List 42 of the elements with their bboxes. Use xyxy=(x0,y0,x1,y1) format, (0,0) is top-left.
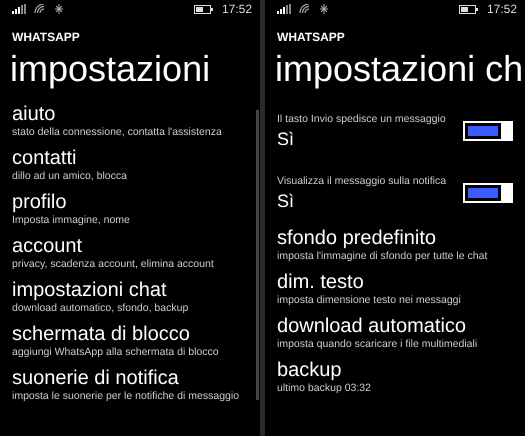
setting-title[interactable]: suonerie di notifica xyxy=(12,366,179,390)
setting-title[interactable]: profilo xyxy=(12,190,66,214)
setting-title[interactable]: sfondo predefinito xyxy=(277,226,436,250)
setting-description: imposta le suonerie per le notifiche di messaggio xyxy=(12,390,240,402)
status-time: 17:52 xyxy=(222,2,252,16)
setting-description: imposta quando scaricare i file multimediali xyxy=(277,338,478,350)
toggle-state-text: Sì xyxy=(277,190,294,212)
setting-title[interactable]: download automatico xyxy=(277,314,466,338)
page-title: impostazioni xyxy=(10,48,210,90)
wifi-icon xyxy=(299,4,311,14)
setting-description: aggiungi WhatsApp alla schermata di blocco xyxy=(12,346,219,358)
setting-label: Visualizza il messaggio sulla notifica xyxy=(277,174,446,186)
setting-description: stato della connessione, contatta l'assistenza xyxy=(12,126,222,138)
toggle-switch[interactable] xyxy=(463,121,513,141)
wifi-icon xyxy=(34,4,46,14)
toggle-switch[interactable] xyxy=(463,183,513,203)
setting-title[interactable]: account xyxy=(12,234,82,258)
setting-title[interactable]: schermata di blocco xyxy=(12,322,190,346)
signal-icon xyxy=(277,4,291,14)
signal-icon xyxy=(12,4,26,14)
setting-title[interactable]: contatti xyxy=(12,146,76,170)
vibrate-icon xyxy=(319,4,329,14)
battery-icon xyxy=(194,4,214,14)
setting-title[interactable]: impostazioni chat xyxy=(12,278,167,302)
page-title: impostazioni ch xyxy=(275,48,524,90)
setting-description: privacy, scadenza account, elimina account xyxy=(12,258,214,270)
battery-icon xyxy=(458,4,479,14)
app-title: WHATSAPP xyxy=(277,30,345,44)
status-time: 17:52 xyxy=(486,2,517,16)
setting-title[interactable]: backup xyxy=(277,358,342,382)
setting-description: ultimo backup 03:32 xyxy=(277,382,371,394)
setting-description: dillo ad un amico, blocca xyxy=(12,170,127,182)
setting-label: Il tasto Invio spedisce un messaggio xyxy=(277,112,446,124)
setting-description: Imposta immagine, nome xyxy=(12,214,130,226)
app-title: WHATSAPP xyxy=(12,30,80,44)
setting-title[interactable]: dim. testo xyxy=(277,270,364,294)
setting-title[interactable]: aiuto xyxy=(12,102,56,126)
vibrate-icon xyxy=(54,4,64,14)
setting-description: imposta dimensione testo nei messaggi xyxy=(277,294,461,306)
setting-description: download automatico, sfondo, backup xyxy=(12,302,188,314)
toggle-state-text: Sì xyxy=(277,128,294,150)
setting-description: imposta l'immagine di sfondo per tutte le chat xyxy=(277,250,488,262)
